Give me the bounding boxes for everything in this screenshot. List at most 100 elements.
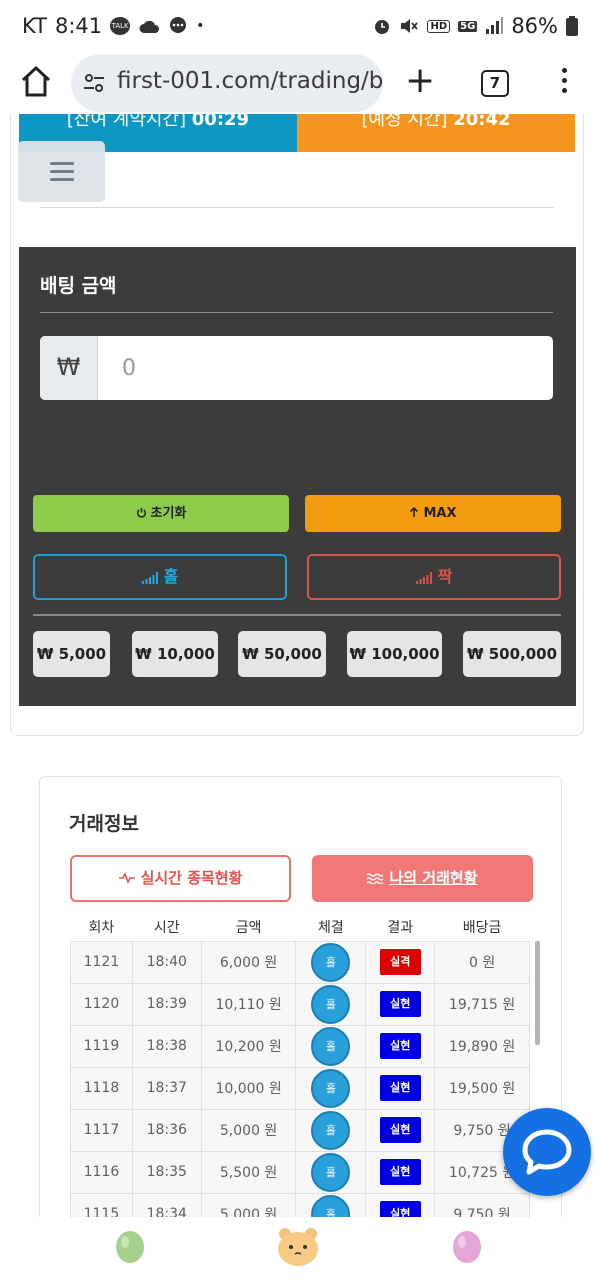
reset-label: 초기화 [150,506,187,521]
result-cell: 실격 [365,940,436,984]
chip-500000[interactable]: ₩ 500,000 [463,631,561,677]
result-badge: 실현 [379,1201,421,1217]
carrier: KT [22,14,47,38]
pick-cell: 홀 [295,1150,367,1194]
trade-table-body: 1121 18:40 6,000 원 홀 실격 0 원 1120 18:39 10,110 원홀… [70,940,530,1217]
time-cell: 18:38 [131,1024,202,1068]
status-left: KT 8:41 TALK • [22,14,204,38]
table-row: 1117 18:36 5,000 원 홀 실현 9,750 원 [70,1108,530,1152]
divider [40,207,554,208]
col-round: 회차 [88,920,115,937]
signal-bars-icon [141,571,158,584]
result-cell: 실현 [365,1066,436,1110]
amount-cell: 10,000 원 [200,1066,297,1110]
result-badge: 실현 [379,1117,421,1143]
pick-cell: 홀 [295,1192,367,1217]
col-result: 결과 [387,920,414,937]
time-cell: 18:35 [131,1150,202,1194]
scheduled-value: 20:42 [453,114,511,130]
more-menu-icon[interactable] [560,68,568,98]
amount-cell: 10,110 원 [200,982,297,1026]
trade-table: 회차 시간 금액 체결 결과 배당금 1121 18:40 6,000 원 홀 실격 0 … [70,914,530,1217]
col-time: 시간 [153,920,180,937]
battery-icon [566,16,578,36]
my-trades-label: 나의 거래현황 [389,869,478,887]
scheduled-time-bar: [예정 시간] 20:42 [297,114,575,152]
round-cell: 1115 [70,1192,133,1217]
signal-icon [486,17,504,34]
even-button[interactable]: 짝 [307,554,561,600]
round-cell: 1117 [70,1108,133,1152]
remaining-value: 00:29 [191,114,250,130]
cloud-icon [139,20,160,33]
pick-badge: 홀 [311,984,351,1024]
table-scrollbar[interactable] [535,941,540,1045]
battery-text: 86% [511,14,558,38]
hamburger-icon[interactable] [18,141,105,202]
chips-divider [33,614,561,616]
reset-button[interactable]: 초기화 [33,495,289,532]
result-cell: 실현 [365,982,436,1026]
home-icon[interactable] [20,64,52,98]
table-row: 1119 18:38 10,200 원 홀 실현 19,890 원 [70,1024,530,1068]
chip-100000[interactable]: ₩ 100,000 [347,631,442,677]
bear-icon[interactable] [275,1223,321,1269]
pick-cell: 홀 [295,1024,367,1068]
green-bean-icon[interactable] [113,1229,147,1265]
amount-cell: 10,200 원 [200,1024,297,1068]
result-badge: 실현 [379,1075,421,1101]
result-badge: 실현 [379,1159,421,1185]
amount-cell: 5,000 원 [200,1108,297,1152]
amount-cell: 5,000 원 [200,1192,297,1217]
dot-icon: • [196,18,205,34]
bet-amount-input[interactable] [100,336,550,400]
round-cell: 1121 [70,940,133,984]
realtime-status-button[interactable]: 실시간 종목현황 [70,855,291,902]
tab-switcher-button[interactable]: 7 [481,70,509,97]
status-right: HD 5G 86% [373,14,578,38]
remaining-label: [잔여 계약시간] [66,114,187,130]
odd-button[interactable]: 홀 [33,554,287,600]
pink-bean-icon[interactable] [450,1229,484,1265]
amount-cell: 6,000 원 [200,940,297,984]
address-bar[interactable]: first-001.com/trading/ba [71,54,383,112]
time-cell: 18:36 [131,1108,202,1152]
result-cell: 실현 [365,1024,436,1068]
power-icon [136,507,146,518]
col-amount: 금액 [235,920,262,937]
chip-10000[interactable]: ₩ 10,000 [132,631,218,677]
pick-badge: 홀 [311,1026,351,1066]
payout-cell: 19,500 원 [434,1066,530,1110]
url-text: first-001.com/trading/ba [117,68,383,94]
status-bar: KT 8:41 TALK • HD 5G 86% [0,0,600,52]
table-row: 1120 18:39 10,110 원 홀 실현 19,715 원 [70,982,530,1026]
clock: 8:41 [54,14,103,38]
bet-panel: 배팅 금액 ₩ 초기화 MAX 홀 짝 ₩ 5,000 ₩ 10,000 ₩ 5… [19,247,576,706]
bet-amount-group: ₩ [40,336,553,400]
max-button[interactable]: MAX [305,495,561,532]
table-row: 1115 18:34 5,000 원 홀 실현 9,750 원 [70,1192,530,1217]
browser-toolbar: first-001.com/trading/ba + 7 [0,52,600,114]
payout-cell: 0 원 [434,940,530,984]
chip-5000[interactable]: ₩ 5,000 [33,631,110,677]
pick-badge: 홀 [311,1194,351,1217]
table-row: 1118 18:37 10,000 원 홀 실현 19,500 원 [70,1066,530,1110]
kakaotalk-icon: TALK [110,17,131,35]
trade-title: 거래정보 [69,813,139,835]
page-content: [잔여 계약시간] 00:29 [예정 시간] 20:42 배팅 금액 ₩ 초기… [0,114,600,1217]
chat-button[interactable] [503,1108,591,1196]
chat-bubble-icon [522,1129,572,1175]
pick-badge: 홀 [311,942,351,982]
table-header: 회차 시간 금액 체결 결과 배당금 [71,914,530,941]
bottom-nav [0,1217,600,1287]
my-trades-button[interactable]: 나의 거래현황 [312,855,533,902]
bet-divider [40,312,553,313]
payout-cell: 19,890 원 [434,1024,530,1068]
waves-icon [367,873,384,885]
chip-50000[interactable]: ₩ 50,000 [238,631,326,677]
table-row: 1121 18:40 6,000 원 홀 실격 0 원 [70,940,530,984]
plus-icon[interactable]: + [405,63,435,99]
tune-icon[interactable] [83,72,105,94]
result-cell: 실현 [365,1192,436,1217]
time-cell: 18:40 [131,940,202,984]
